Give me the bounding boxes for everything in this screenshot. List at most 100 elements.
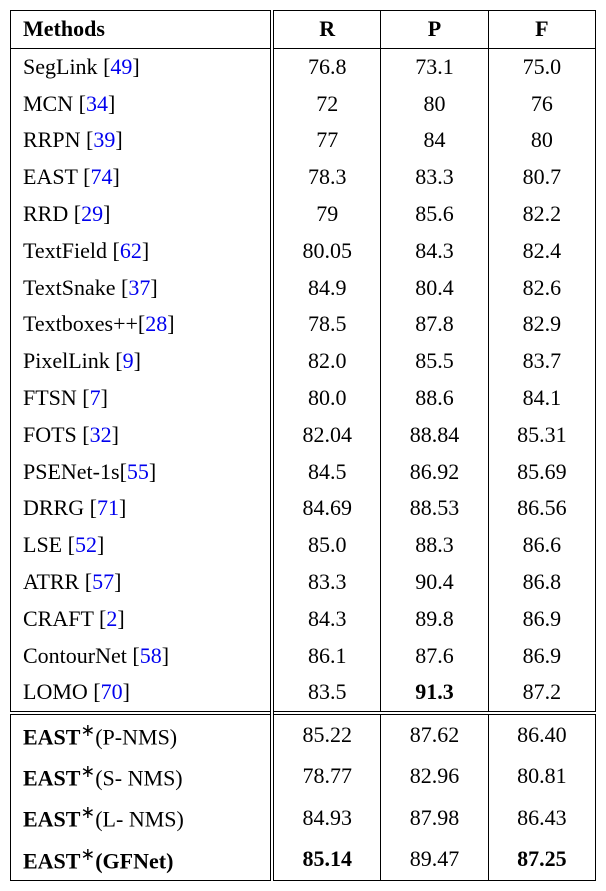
- table-row: MCN [34]728076: [11, 86, 596, 123]
- r-cell: 78.5: [272, 306, 381, 343]
- table-row: FOTS [32]82.0488.8485.31: [11, 417, 596, 454]
- r-cell: 80.0: [272, 380, 381, 417]
- p-cell: 87.62: [381, 713, 488, 756]
- r-cell: 86.1: [272, 638, 381, 675]
- table-row: TextField [62]80.0584.382.4: [11, 233, 596, 270]
- r-cell: 84.3: [272, 601, 381, 638]
- method-cell: TextSnake [37]: [11, 270, 273, 307]
- table-row: ContourNet [58]86.187.686.9: [11, 638, 596, 675]
- r-cell: 82.0: [272, 343, 381, 380]
- results-table: Methods R P F SegLink [49]76.873.175.0MC…: [10, 10, 596, 881]
- r-cell: 76.8: [272, 48, 381, 85]
- p-cell: 85.6: [381, 196, 488, 233]
- table-row: EAST∗(P-NMS)85.2287.6286.40: [11, 713, 596, 756]
- table-row: SegLink [49]76.873.175.0: [11, 48, 596, 85]
- p-cell: 87.98: [381, 797, 488, 838]
- table-row: LOMO [70]83.591.387.2: [11, 674, 596, 713]
- method-cell: EAST∗(GFNet): [11, 839, 273, 881]
- table-row: EAST∗(GFNet)85.1489.4787.25: [11, 839, 596, 881]
- p-cell: 87.6: [381, 638, 488, 675]
- method-cell: ContourNet [58]: [11, 638, 273, 675]
- method-cell: CRAFT [2]: [11, 601, 273, 638]
- p-cell: 83.3: [381, 159, 488, 196]
- f-cell: 87.25: [488, 839, 595, 881]
- p-cell: 86.92: [381, 454, 488, 491]
- p-cell: 90.4: [381, 564, 488, 601]
- p-cell: 84: [381, 122, 488, 159]
- table-row: EAST∗(S- NMS)78.7782.9680.81: [11, 756, 596, 797]
- r-cell: 84.5: [272, 454, 381, 491]
- table-row: CRAFT [2]84.389.886.9: [11, 601, 596, 638]
- method-cell: TextField [62]: [11, 233, 273, 270]
- table-row: EAST [74]78.383.380.7: [11, 159, 596, 196]
- table-row: PSENet-1s[55]84.586.9285.69: [11, 454, 596, 491]
- method-cell: EAST∗(S- NMS): [11, 756, 273, 797]
- r-cell: 84.93: [272, 797, 381, 838]
- method-cell: EAST [74]: [11, 159, 273, 196]
- p-cell: 82.96: [381, 756, 488, 797]
- method-cell: FTSN [7]: [11, 380, 273, 417]
- method-cell: MCN [34]: [11, 86, 273, 123]
- r-cell: 78.77: [272, 756, 381, 797]
- p-cell: 88.53: [381, 490, 488, 527]
- header-f: F: [488, 11, 595, 49]
- r-cell: 77: [272, 122, 381, 159]
- f-cell: 76: [488, 86, 595, 123]
- r-cell: 78.3: [272, 159, 381, 196]
- header-methods: Methods: [11, 11, 273, 49]
- f-cell: 86.43: [488, 797, 595, 838]
- r-cell: 85.22: [272, 713, 381, 756]
- p-cell: 88.3: [381, 527, 488, 564]
- f-cell: 86.40: [488, 713, 595, 756]
- p-cell: 80.4: [381, 270, 488, 307]
- header-p: P: [381, 11, 488, 49]
- p-cell: 84.3: [381, 233, 488, 270]
- f-cell: 86.56: [488, 490, 595, 527]
- r-cell: 83.3: [272, 564, 381, 601]
- r-cell: 85.0: [272, 527, 381, 564]
- f-cell: 85.31: [488, 417, 595, 454]
- p-cell: 87.8: [381, 306, 488, 343]
- method-cell: Textboxes++[28]: [11, 306, 273, 343]
- f-cell: 80.81: [488, 756, 595, 797]
- r-cell: 84.69: [272, 490, 381, 527]
- p-cell: 89.47: [381, 839, 488, 881]
- method-cell: FOTS [32]: [11, 417, 273, 454]
- r-cell: 85.14: [272, 839, 381, 881]
- f-cell: 82.2: [488, 196, 595, 233]
- f-cell: 86.8: [488, 564, 595, 601]
- method-cell: PixelLink [9]: [11, 343, 273, 380]
- p-cell: 73.1: [381, 48, 488, 85]
- header-r: R: [272, 11, 381, 49]
- p-cell: 85.5: [381, 343, 488, 380]
- table-row: TextSnake [37]84.980.482.6: [11, 270, 596, 307]
- f-cell: 86.6: [488, 527, 595, 564]
- table-row: EAST∗(L- NMS)84.9387.9886.43: [11, 797, 596, 838]
- f-cell: 75.0: [488, 48, 595, 85]
- table-row: PixelLink [9]82.085.583.7: [11, 343, 596, 380]
- f-cell: 80: [488, 122, 595, 159]
- table-row: FTSN [7]80.088.684.1: [11, 380, 596, 417]
- p-cell: 88.84: [381, 417, 488, 454]
- method-cell: RRPN [39]: [11, 122, 273, 159]
- table-row: ATRR [57]83.390.486.8: [11, 564, 596, 601]
- method-cell: LOMO [70]: [11, 674, 273, 713]
- r-cell: 72: [272, 86, 381, 123]
- r-cell: 80.05: [272, 233, 381, 270]
- r-cell: 79: [272, 196, 381, 233]
- f-cell: 82.4: [488, 233, 595, 270]
- table-row: RRPN [39]778480: [11, 122, 596, 159]
- table-header-row: Methods R P F: [11, 11, 596, 49]
- f-cell: 86.9: [488, 638, 595, 675]
- method-cell: DRRG [71]: [11, 490, 273, 527]
- f-cell: 83.7: [488, 343, 595, 380]
- method-cell: LSE [52]: [11, 527, 273, 564]
- method-cell: RRD [29]: [11, 196, 273, 233]
- method-cell: EAST∗(L- NMS): [11, 797, 273, 838]
- r-cell: 83.5: [272, 674, 381, 713]
- table-row: LSE [52]85.088.386.6: [11, 527, 596, 564]
- method-cell: SegLink [49]: [11, 48, 273, 85]
- f-cell: 85.69: [488, 454, 595, 491]
- method-cell: ATRR [57]: [11, 564, 273, 601]
- p-cell: 91.3: [381, 674, 488, 713]
